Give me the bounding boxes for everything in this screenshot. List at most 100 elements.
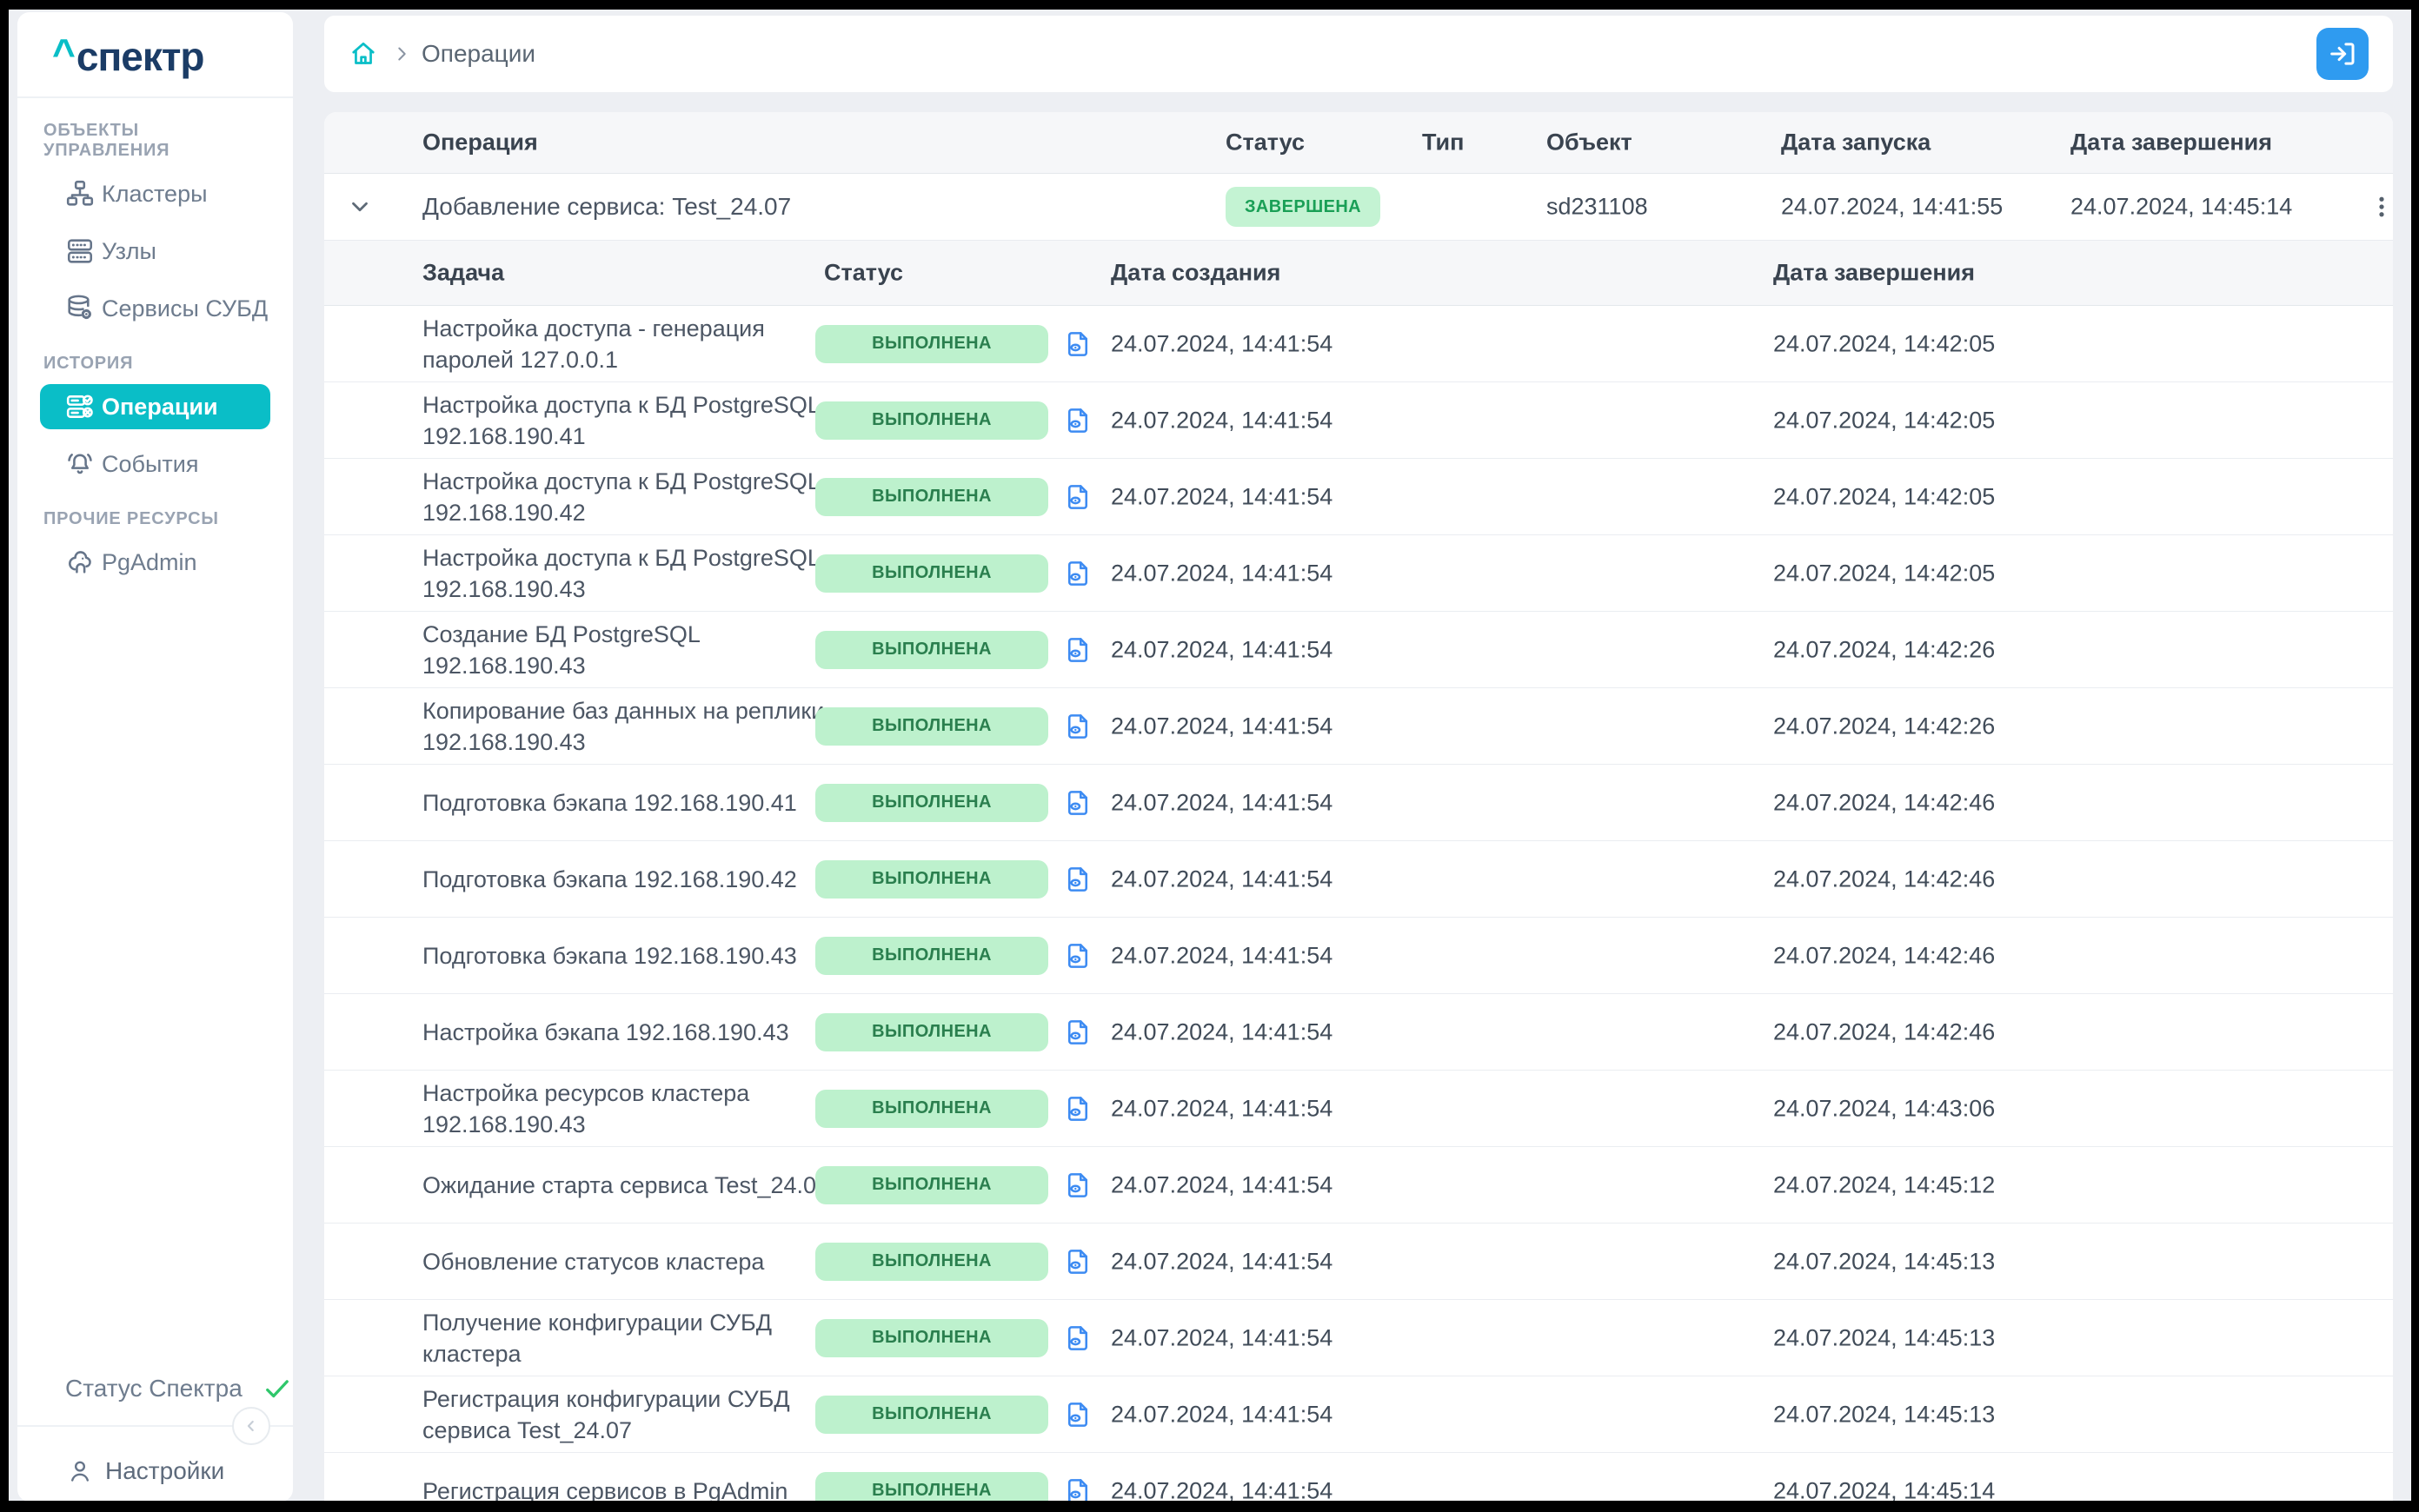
- task-finished-date: 24.07.2024, 14:42:46: [1773, 789, 1995, 816]
- document-eye-icon[interactable]: [1062, 1015, 1093, 1050]
- task-created-date: 24.07.2024, 14:41:54: [1111, 636, 1332, 663]
- operation-object: sd231108: [1546, 194, 1648, 221]
- tasks-column-header: Дата создания: [1111, 260, 1280, 287]
- operations-column-header: Объект: [1546, 129, 1632, 156]
- document-eye-icon[interactable]: [1062, 556, 1093, 591]
- task-created-date: 24.07.2024, 14:41:54: [1111, 330, 1332, 357]
- task-created-date: 24.07.2024, 14:41:54: [1111, 1477, 1332, 1501]
- task-name: Обновление статусов кластера: [422, 1246, 883, 1277]
- task-created-date: 24.07.2024, 14:41:54: [1111, 483, 1332, 510]
- document-eye-icon[interactable]: [1062, 480, 1093, 514]
- task-finished-date: 24.07.2024, 14:42:05: [1773, 407, 1995, 434]
- document-eye-icon[interactable]: [1062, 1397, 1093, 1432]
- home-icon[interactable]: [348, 38, 379, 70]
- table-row: Регистрация сервисов в PgAdmin ВЫПОЛНЕНА…: [324, 1453, 2393, 1501]
- sidebar-item-pgadmin[interactable]: PgAdmin: [40, 540, 270, 585]
- task-name: Копирование баз данных на реплики 192.16…: [422, 695, 883, 758]
- table-row: Подготовка бэкапа 192.168.190.41 ВЫПОЛНЕ…: [324, 765, 2393, 841]
- operations-column-header: Тип: [1422, 129, 1464, 156]
- document-eye-icon[interactable]: [1062, 709, 1093, 744]
- task-status-badge: ВЫПОЛНЕНА: [815, 478, 1048, 516]
- sidebar-nav: ОБЪЕКТЫ УПРАВЛЕНИЯ Кластеры Узлы Сервисы…: [17, 98, 293, 597]
- task-finished-date: 24.07.2024, 14:42:46: [1773, 1018, 1995, 1045]
- task-status-badge: ВЫПОЛНЕНА: [815, 1396, 1048, 1434]
- login-button[interactable]: [2316, 28, 2369, 80]
- task-status-badge: ВЫПОЛНЕНА: [815, 707, 1048, 746]
- database-icon: [64, 293, 96, 324]
- document-eye-icon[interactable]: [1062, 633, 1093, 667]
- task-name: Регистрация сервисов в PgAdmin: [422, 1476, 883, 1502]
- task-created-date: 24.07.2024, 14:41:54: [1111, 1324, 1332, 1351]
- logo-caret: ^: [52, 30, 75, 76]
- check-icon: [262, 1373, 293, 1404]
- task-status-badge: ВЫПОЛНЕНА: [815, 1166, 1048, 1204]
- task-finished-date: 24.07.2024, 14:42:05: [1773, 483, 1995, 510]
- table-row: Настройка доступа к БД PostgreSQL 192.16…: [324, 382, 2393, 459]
- task-created-date: 24.07.2024, 14:41:54: [1111, 865, 1332, 892]
- task-finished-date: 24.07.2024, 14:42:05: [1773, 330, 1995, 357]
- task-finished-date: 24.07.2024, 14:42:05: [1773, 560, 1995, 587]
- sidebar-item-clusters[interactable]: Кластеры: [40, 171, 270, 216]
- task-created-date: 24.07.2024, 14:41:54: [1111, 560, 1332, 587]
- task-name: Получение конфигурации СУБД кластера: [422, 1307, 883, 1369]
- task-name: Настройка доступа к БД PostgreSQL 192.16…: [422, 466, 883, 528]
- task-name: Настройка доступа к БД PostgreSQL 192.16…: [422, 389, 883, 452]
- sidebar-item-db-services[interactable]: Сервисы СУБД: [40, 286, 270, 331]
- task-created-date: 24.07.2024, 14:41:54: [1111, 713, 1332, 739]
- operations-column-header: Статус: [1226, 129, 1305, 156]
- operation-row[interactable]: Добавление сервиса: Test_24.07 ЗАВЕРШЕНА…: [324, 174, 2393, 241]
- task-created-date: 24.07.2024, 14:41:54: [1111, 407, 1332, 434]
- chevron-down-icon[interactable]: [347, 194, 373, 220]
- table-row: Обновление статусов кластера ВЫПОЛНЕНА 2…: [324, 1224, 2393, 1300]
- settings-label: Настройки: [105, 1457, 224, 1485]
- login-icon: [2327, 38, 2358, 70]
- task-name: Подготовка бэкапа 192.168.190.42: [422, 864, 883, 895]
- table-row: Настройка ресурсов кластера 192.168.190.…: [324, 1071, 2393, 1147]
- task-created-date: 24.07.2024, 14:41:54: [1111, 1401, 1332, 1428]
- operations-icon: [64, 391, 96, 422]
- sidebar-item-events[interactable]: События: [40, 441, 270, 487]
- tasks-column-header: Статус: [824, 260, 903, 287]
- document-eye-icon[interactable]: [1062, 1474, 1093, 1502]
- table-row: Ожидание старта сервиса Test_24.07 ВЫПОЛ…: [324, 1147, 2393, 1224]
- operations-column-header: Дата запуска: [1781, 129, 1931, 156]
- operation-status-badge: ЗАВЕРШЕНА: [1226, 187, 1380, 227]
- document-eye-icon[interactable]: [1062, 1244, 1093, 1279]
- sidebar: ^спектр ОБЪЕКТЫ УПРАВЛЕНИЯ Кластеры Узлы…: [17, 12, 293, 1501]
- sidebar-collapse-button[interactable]: [232, 1407, 270, 1445]
- app-logo: ^спектр: [52, 33, 203, 80]
- task-status-badge: ВЫПОЛНЕНА: [815, 1319, 1048, 1357]
- bell-icon: [64, 448, 96, 480]
- sidebar-item-operations[interactable]: Операции: [40, 384, 270, 429]
- chevron-right-icon: [391, 43, 412, 64]
- operations-column-header: Операция: [422, 129, 538, 156]
- document-eye-icon[interactable]: [1062, 1321, 1093, 1356]
- table-row: Регистрация конфигурации СУБД сервиса Te…: [324, 1376, 2393, 1453]
- document-eye-icon[interactable]: [1062, 786, 1093, 820]
- sidebar-section-label: ОБЪЕКТЫ УПРАВЛЕНИЯ: [43, 121, 267, 161]
- document-eye-icon[interactable]: [1062, 403, 1093, 438]
- task-status-badge: ВЫПОЛНЕНА: [815, 401, 1048, 440]
- task-finished-date: 24.07.2024, 14:45:12: [1773, 1171, 1995, 1198]
- tasks-header-row: ЗадачаСтатусДата созданияДата завершения: [324, 241, 2393, 306]
- kebab-menu-icon[interactable]: [2369, 192, 2393, 222]
- chevron-left-circle-icon: [240, 1415, 263, 1437]
- sidebar-item-label: Кластеры: [102, 181, 208, 208]
- app-screen: ^спектр ОБЪЕКТЫ УПРАВЛЕНИЯ Кластеры Узлы…: [9, 10, 2411, 1501]
- sidebar-item-settings[interactable]: Настройки: [65, 1456, 224, 1486]
- operations-table: Операция Статус Тип Объект Дата запуска Дата …: [324, 112, 2393, 1501]
- table-row: Подготовка бэкапа 192.168.190.43 ВЫПОЛНЕ…: [324, 918, 2393, 994]
- task-name: Регистрация конфигурации СУБД сервиса Te…: [422, 1383, 883, 1446]
- task-created-date: 24.07.2024, 14:41:54: [1111, 1095, 1332, 1122]
- table-row: Подготовка бэкапа 192.168.190.42 ВЫПОЛНЕ…: [324, 841, 2393, 918]
- document-eye-icon[interactable]: [1062, 862, 1093, 897]
- document-eye-icon[interactable]: [1062, 938, 1093, 973]
- document-eye-icon[interactable]: [1062, 1168, 1093, 1203]
- task-name: Подготовка бэкапа 192.168.190.43: [422, 940, 883, 972]
- document-eye-icon[interactable]: [1062, 327, 1093, 361]
- document-eye-icon[interactable]: [1062, 1091, 1093, 1126]
- task-name: Настройка доступа - генерация паролей 12…: [422, 313, 883, 375]
- task-finished-date: 24.07.2024, 14:42:46: [1773, 865, 1995, 892]
- breadcrumb-bar: Операции: [324, 16, 2393, 92]
- sidebar-item-nodes[interactable]: Узлы: [40, 229, 270, 274]
